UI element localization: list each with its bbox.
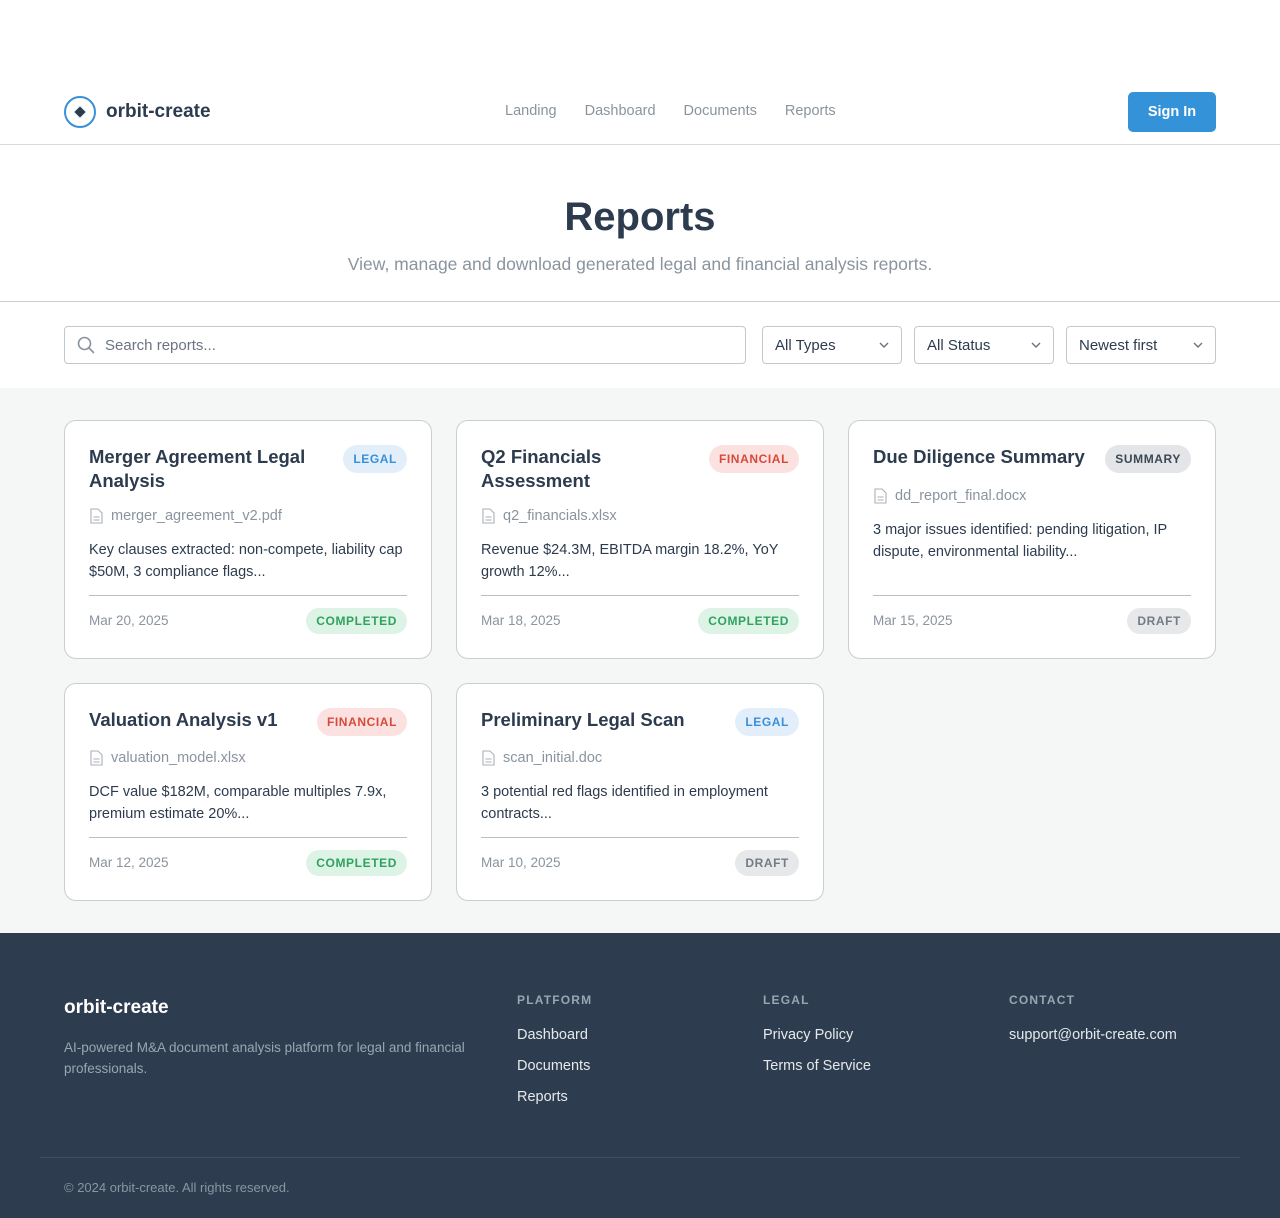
page-hero: Reports View, manage and download genera… xyxy=(0,145,1280,302)
card-footer: Mar 10, 2025 DRAFT xyxy=(481,837,799,889)
document-icon xyxy=(482,750,495,766)
copyright: © 2024 orbit-create. All rights reserved… xyxy=(64,1180,290,1195)
type-select-value: All Types xyxy=(775,336,836,354)
nav-landing[interactable]: Landing xyxy=(505,103,557,119)
report-date: Mar 15, 2025 xyxy=(873,613,953,628)
report-description: Revenue $24.3M, EBITDA margin 18.2%, YoY… xyxy=(481,542,779,580)
report-title: Valuation Analysis v1 xyxy=(89,709,278,730)
type-badge: SUMMARY xyxy=(1105,445,1191,473)
main-nav: Landing Dashboard Documents Reports xyxy=(505,103,836,119)
footer-platform-heading: PLATFORM xyxy=(517,993,593,1007)
report-title: Q2 Financials Assessment xyxy=(481,446,602,491)
sort-select-value: Newest first xyxy=(1079,336,1158,354)
footer-contact-heading: CONTACT xyxy=(1009,993,1076,1007)
status-badge: DRAFT xyxy=(1127,608,1191,634)
footer-legal-heading: LEGAL xyxy=(763,993,810,1007)
file-name: q2_financials.xlsx xyxy=(481,508,617,524)
status-select[interactable]: All Status xyxy=(914,326,1054,364)
status-select-value: All Status xyxy=(927,336,991,354)
report-date: Mar 18, 2025 xyxy=(481,613,561,628)
chevron-down-icon xyxy=(879,342,889,348)
file-name: scan_initial.doc xyxy=(481,750,602,766)
card-footer: Mar 12, 2025 COMPLETED xyxy=(89,837,407,889)
status-badge: DRAFT xyxy=(735,850,799,876)
site-header: orbit-create Landing Dashboard Documents… xyxy=(0,79,1280,145)
reports-grid: Merger Agreement Legal Analysis LEGAL mer… xyxy=(0,388,1280,933)
footer-link-privacy[interactable]: Privacy Policy xyxy=(763,1027,871,1044)
type-badge: LEGAL xyxy=(343,445,407,473)
chevron-down-icon xyxy=(1193,342,1203,348)
brand-name: orbit-create xyxy=(106,101,211,122)
report-date: Mar 10, 2025 xyxy=(481,855,561,870)
report-card[interactable]: Due Diligence Summary SUMMARY dd_report_… xyxy=(848,420,1216,659)
file-name: merger_agreement_v2.pdf xyxy=(89,508,282,524)
document-icon xyxy=(482,508,495,524)
type-badge: FINANCIAL xyxy=(316,708,407,736)
report-card[interactable]: Preliminary Legal Scan LEGAL scan_initia… xyxy=(456,683,824,901)
report-title: Merger Agreement Legal Analysis xyxy=(89,446,306,491)
search-box[interactable] xyxy=(64,326,746,364)
report-description: DCF value $182M, comparable multiples 7.… xyxy=(89,784,387,822)
card-footer: Mar 15, 2025 DRAFT xyxy=(873,595,1191,647)
report-date: Mar 20, 2025 xyxy=(89,613,169,628)
footer-contact-email[interactable]: support@orbit-create.com xyxy=(1009,1027,1177,1044)
footer-description: AI-powered M&A document analysis platfor… xyxy=(64,1040,465,1076)
card-footer: Mar 18, 2025 COMPLETED xyxy=(481,595,799,647)
nav-reports[interactable]: Reports xyxy=(785,103,836,119)
footer-link-reports[interactable]: Reports xyxy=(517,1089,592,1106)
type-select[interactable]: All Types xyxy=(762,326,902,364)
status-badge: COMPLETED xyxy=(698,608,799,634)
document-icon xyxy=(90,750,103,766)
type-badge: LEGAL xyxy=(735,708,799,736)
report-card[interactable]: Merger Agreement Legal Analysis LEGAL mer… xyxy=(64,420,432,659)
nav-documents[interactable]: Documents xyxy=(684,103,757,119)
footer-link-terms[interactable]: Terms of Service xyxy=(763,1058,871,1075)
document-icon xyxy=(90,508,103,524)
logo[interactable]: orbit-create xyxy=(64,96,211,128)
search-icon xyxy=(77,336,95,354)
footer-legal-column: LEGAL Privacy Policy Terms of Service xyxy=(763,993,871,1089)
orbit-logo-icon xyxy=(64,96,96,128)
report-title: Preliminary Legal Scan xyxy=(481,709,685,730)
site-footer: orbit-create AI-powered M&A document ana… xyxy=(0,933,1280,1218)
footer-divider xyxy=(40,1157,1240,1158)
footer-contact-column: CONTACT support@orbit-create.com xyxy=(1009,993,1177,1058)
status-badge: COMPLETED xyxy=(306,850,407,876)
page-subtitle: View, manage and download generated lega… xyxy=(347,254,933,274)
sign-in-button[interactable]: Sign In xyxy=(1128,92,1216,132)
file-name: valuation_model.xlsx xyxy=(89,750,246,766)
report-description: Key clauses extracted: non-compete, liab… xyxy=(89,542,403,580)
report-date: Mar 12, 2025 xyxy=(89,855,169,870)
nav-dashboard[interactable]: Dashboard xyxy=(585,103,656,119)
document-icon xyxy=(874,488,887,504)
report-card[interactable]: Q2 Financials Assessment FINANCIAL q2_fin… xyxy=(456,420,824,659)
page-title: Reports xyxy=(564,195,716,239)
report-description: 3 major issues identified: pending litig… xyxy=(873,522,1168,560)
report-title: Due Diligence Summary xyxy=(873,446,1085,467)
type-badge: FINANCIAL xyxy=(708,445,799,473)
footer-brand: orbit-create xyxy=(64,997,169,1018)
footer-link-dashboard[interactable]: Dashboard xyxy=(517,1027,592,1044)
file-name: dd_report_final.docx xyxy=(873,488,1026,504)
status-badge: COMPLETED xyxy=(306,608,407,634)
footer-link-documents[interactable]: Documents xyxy=(517,1058,592,1075)
filter-bar: All Types All Status Newest first xyxy=(0,302,1280,388)
sort-select[interactable]: Newest first xyxy=(1066,326,1216,364)
report-card[interactable]: Valuation Analysis v1 FINANCIAL valuatio… xyxy=(64,683,432,901)
card-footer: Mar 20, 2025 COMPLETED xyxy=(89,595,407,647)
search-input[interactable] xyxy=(105,336,705,354)
footer-platform-column: PLATFORM Dashboard Documents Reports xyxy=(517,993,592,1120)
chevron-down-icon xyxy=(1031,342,1041,348)
report-description: 3 potential red flags identified in empl… xyxy=(481,784,768,822)
